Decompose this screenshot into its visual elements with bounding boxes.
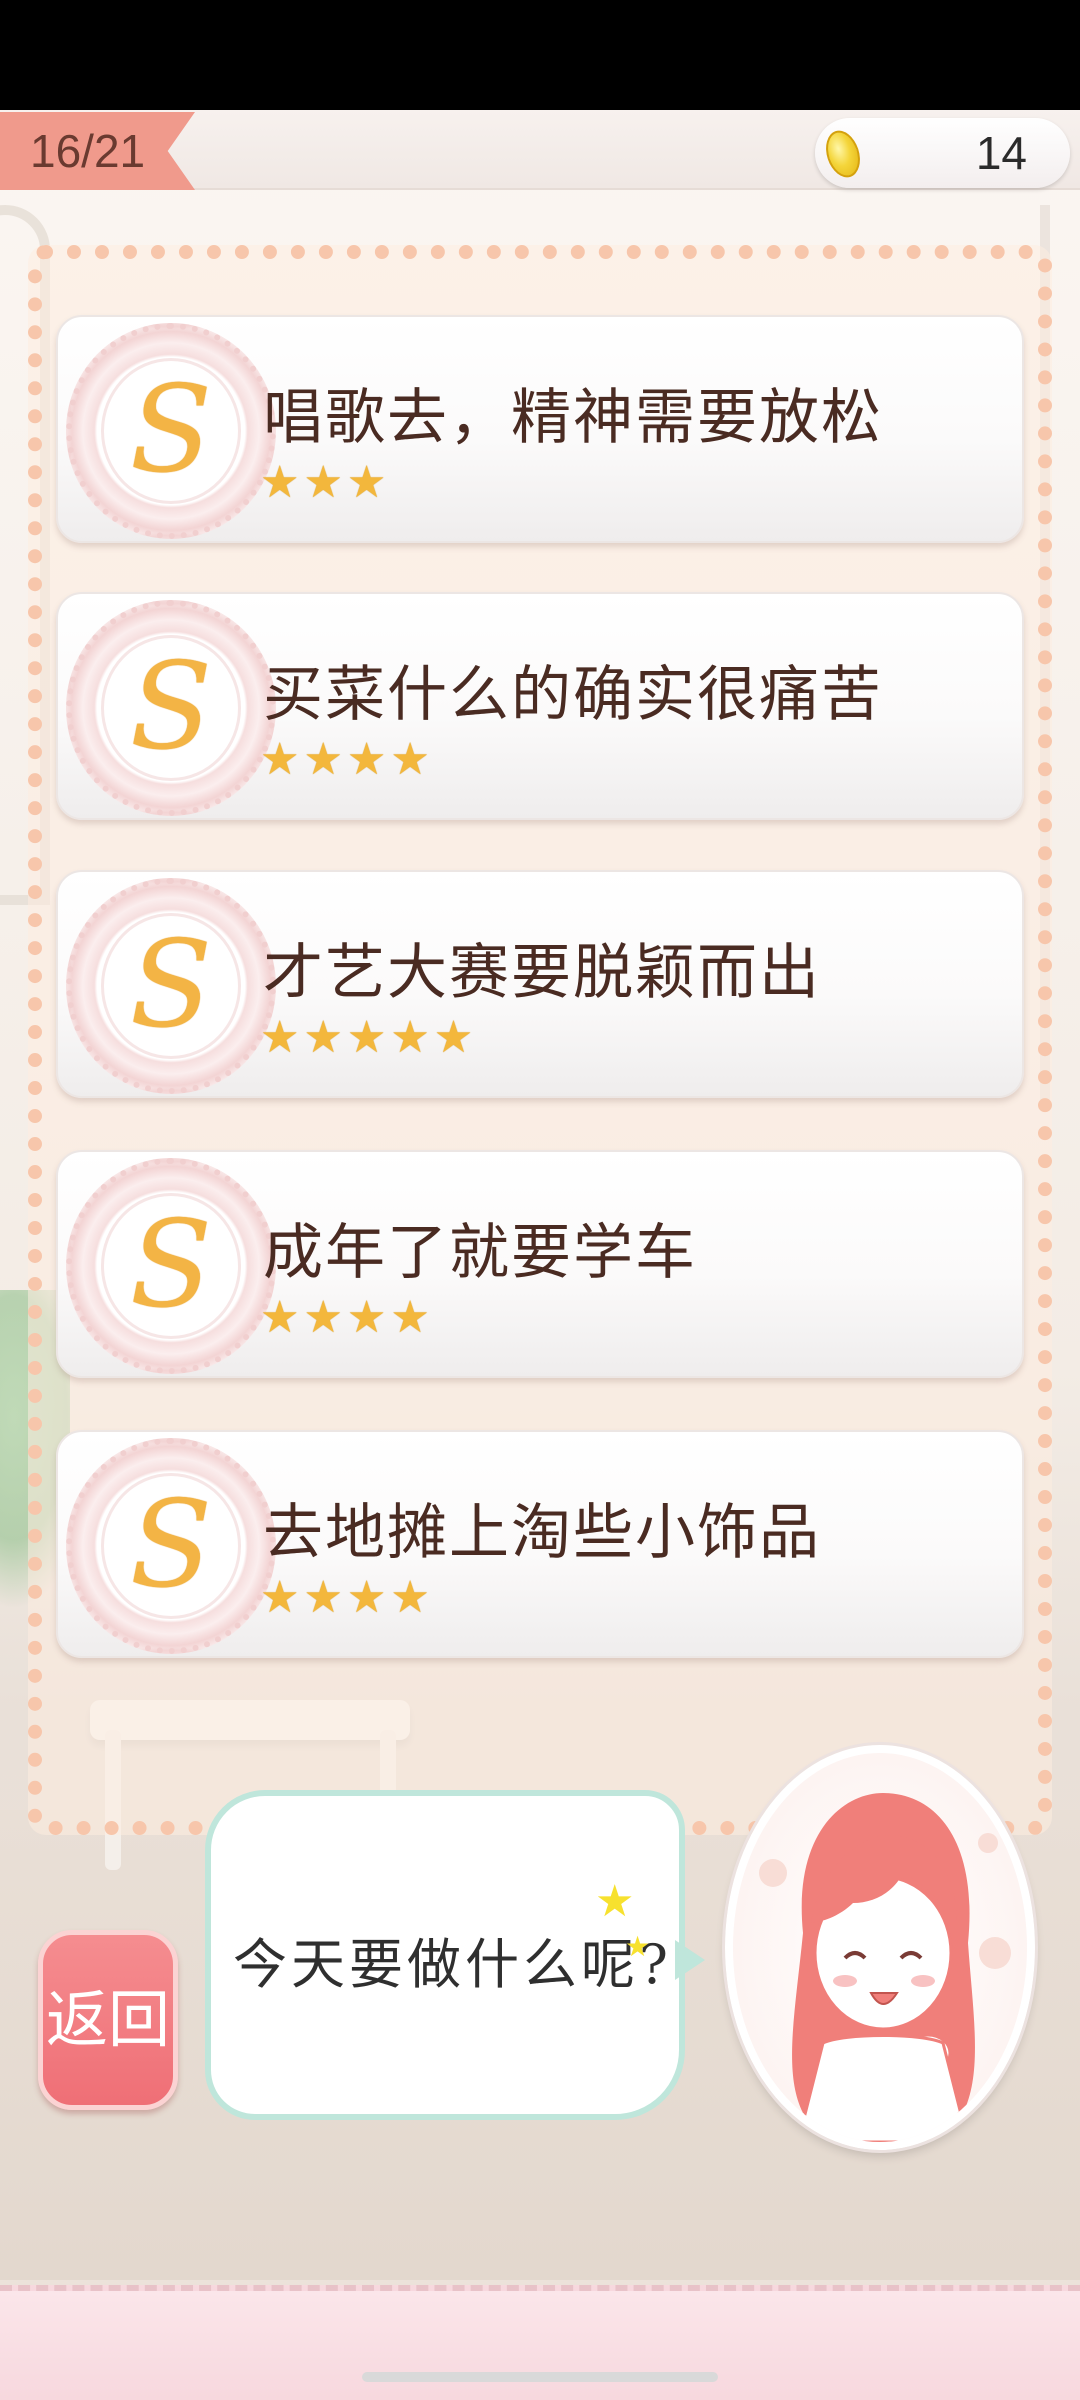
speech-text: 今天要做什么呢?	[233, 1933, 672, 1996]
swirl-s-badge-icon: S	[66, 600, 276, 816]
star-rating: ★★★★	[260, 1572, 434, 1623]
game-screen: 16/21 14 S 唱歌去，精神需要放松 ★★★ S 买菜什么的确实很痛苦 ★…	[0, 110, 1080, 2400]
swirl-s-badge-icon: S	[66, 323, 276, 539]
activity-option-5[interactable]: S 去地摊上淘些小饰品 ★★★★	[56, 1430, 1024, 1658]
swirl-s-badge-icon: S	[66, 1158, 276, 1374]
sparkle-icon: ★	[625, 1930, 651, 1963]
activity-option-1[interactable]: S 唱歌去，精神需要放松 ★★★	[56, 315, 1024, 543]
coin-count: 14	[975, 127, 1027, 179]
progress-counter: 16/21	[0, 112, 195, 190]
back-button[interactable]: 返回	[38, 1930, 178, 2110]
speech-bubble-tail	[675, 1940, 705, 1980]
speech-bubble: 今天要做什么呢? ★ ★	[205, 1790, 705, 2120]
character-portrait	[725, 1745, 1035, 2150]
option-title: 唱歌去，精神需要放松	[263, 383, 883, 453]
option-title: 成年了就要学车	[263, 1218, 697, 1288]
sparkle-icon: ★	[595, 1876, 635, 1927]
swirl-s-badge-icon: S	[66, 878, 276, 1094]
star-rating: ★★★★	[260, 734, 434, 785]
activity-option-4[interactable]: S 成年了就要学车 ★★★★	[56, 1150, 1024, 1378]
option-title: 去地摊上淘些小饰品	[263, 1498, 821, 1568]
girl-avatar-icon	[759, 1793, 1011, 2142]
coin-balance: 14	[815, 118, 1070, 188]
star-rating: ★★★	[260, 457, 391, 508]
star-rating: ★★★★	[260, 1292, 434, 1343]
option-title: 买菜什么的确实很痛苦	[263, 660, 883, 730]
bottom-decorative-bar	[0, 2285, 1080, 2400]
swirl-s-badge-icon: S	[66, 1438, 276, 1654]
system-home-indicator[interactable]	[362, 2372, 718, 2382]
option-title: 才艺大赛要脱颖而出	[263, 938, 821, 1008]
star-rating: ★★★★★	[260, 1012, 478, 1063]
activity-option-2[interactable]: S 买菜什么的确实很痛苦 ★★★★	[56, 592, 1024, 820]
activity-option-3[interactable]: S 才艺大赛要脱颖而出 ★★★★★	[56, 870, 1024, 1098]
